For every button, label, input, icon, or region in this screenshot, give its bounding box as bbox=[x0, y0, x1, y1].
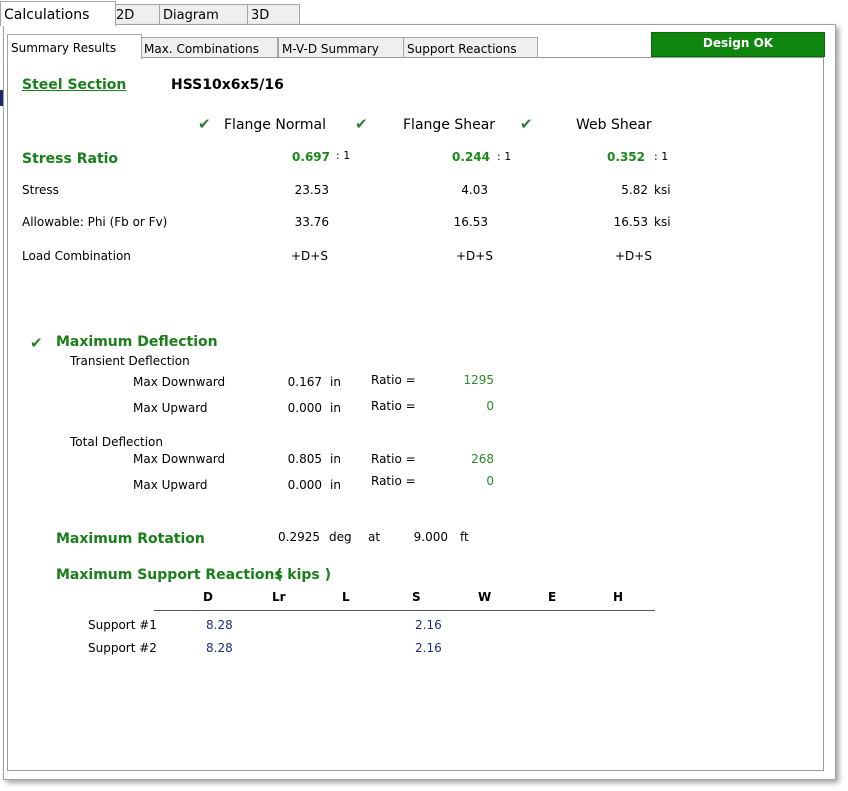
tab-support-reactions[interactable]: Support Reactions bbox=[403, 37, 538, 58]
reactions-header-rule bbox=[154, 610, 655, 611]
max-deflection-title: Maximum Deflection bbox=[56, 334, 218, 350]
check-web-shear: Web Shear bbox=[576, 117, 652, 133]
defl-ratio-label: Ratio = bbox=[371, 474, 416, 488]
transient-deflection-label: Transient Deflection bbox=[70, 354, 190, 368]
load-combination-value: +D+S bbox=[456, 249, 493, 263]
tab-mvd-summary[interactable]: M-V-D Summary bbox=[278, 37, 404, 58]
reactions-units: ( kips ) bbox=[276, 567, 332, 583]
support-row-label: Support #2 bbox=[88, 641, 157, 655]
defl-unit: in bbox=[330, 478, 341, 492]
stress-label: Stress bbox=[22, 183, 59, 197]
stress-ratio-value: 0.244 bbox=[452, 150, 490, 164]
tab-summary-results[interactable]: Summary Results bbox=[7, 34, 142, 59]
stress-unit: ksi bbox=[654, 183, 671, 197]
design-status-badge: Design OK bbox=[651, 32, 825, 57]
tab-diagram[interactable]: Diagram bbox=[159, 4, 250, 25]
reaction-value: 2.16 bbox=[415, 618, 442, 632]
stress-ratio-label: Stress Ratio bbox=[22, 151, 119, 167]
reaction-value: 8.28 bbox=[206, 641, 233, 655]
check-icon: ✔ bbox=[198, 115, 211, 133]
tab-calculations[interactable]: Calculations bbox=[0, 1, 116, 26]
defl-ratio-label: Ratio = bbox=[371, 452, 416, 466]
max-support-reactions-title: Maximum Support Reactions bbox=[56, 567, 283, 583]
steel-section-label: Steel Section bbox=[22, 77, 127, 93]
check-icon: ✔ bbox=[355, 115, 368, 133]
stress-value: 23.53 bbox=[294, 183, 329, 197]
defl-value: 0.000 bbox=[287, 478, 322, 492]
reaction-col-header: D bbox=[203, 590, 213, 604]
tab-3d[interactable]: 3D bbox=[247, 4, 300, 25]
stress-ratio-value: 0.352 bbox=[607, 150, 645, 164]
check-flange-normal: Flange Normal bbox=[224, 117, 326, 133]
defl-unit: in bbox=[330, 375, 341, 389]
rotation-value: 0.2925 bbox=[278, 530, 320, 544]
steel-section-value: HSS10x6x5/16 bbox=[171, 77, 284, 93]
load-combination-value: +D+S bbox=[615, 249, 652, 263]
rotation-location-unit: ft bbox=[460, 530, 469, 544]
defl-value: 0.000 bbox=[287, 401, 322, 415]
stress-ratio-suffix: : 1 bbox=[654, 150, 669, 163]
allowable-label: Allowable: Phi (Fb or Fv) bbox=[22, 215, 168, 229]
rotation-location: 9.000 bbox=[413, 530, 448, 544]
max-rotation-title: Maximum Rotation bbox=[56, 531, 205, 547]
stress-value: 4.03 bbox=[461, 183, 488, 197]
defl-value: 0.167 bbox=[287, 375, 322, 389]
allowable-value: 16.53 bbox=[453, 215, 488, 229]
allowable-unit: ksi bbox=[654, 215, 671, 229]
load-combination-label: Load Combination bbox=[22, 249, 131, 263]
reaction-col-header: H bbox=[613, 590, 624, 604]
defl-ratio-label: Ratio = bbox=[371, 373, 416, 387]
defl-row-label: Max Downward bbox=[133, 452, 226, 466]
stress-ratio-value: 0.697 bbox=[292, 150, 330, 164]
defl-ratio-value: 1295 bbox=[463, 373, 494, 387]
total-deflection-label: Total Deflection bbox=[70, 435, 163, 449]
tab-2d[interactable]: 2D bbox=[112, 4, 163, 25]
defl-value: 0.805 bbox=[287, 452, 322, 466]
check-icon: ✔ bbox=[30, 334, 43, 352]
rotation-at: at bbox=[368, 530, 381, 544]
stress-value: 5.82 bbox=[621, 183, 648, 197]
check-flange-shear: Flange Shear bbox=[403, 117, 496, 133]
load-combination-value: +D+S bbox=[291, 249, 328, 263]
tab-max-combinations[interactable]: Max. Combinations bbox=[140, 37, 278, 58]
reaction-value: 2.16 bbox=[415, 641, 442, 655]
defl-ratio-label: Ratio = bbox=[371, 399, 416, 413]
defl-row-label: Max Upward bbox=[133, 401, 208, 415]
summary-results-panel bbox=[7, 57, 824, 771]
stress-ratio-suffix: : 1 bbox=[336, 149, 351, 162]
allowable-value: 16.53 bbox=[613, 215, 648, 229]
defl-ratio-value: 0 bbox=[486, 399, 494, 413]
allowable-value: 33.76 bbox=[294, 215, 329, 229]
reaction-col-header: L bbox=[342, 590, 350, 604]
check-icon: ✔ bbox=[520, 115, 533, 133]
reaction-col-header: Lr bbox=[272, 590, 286, 604]
reaction-col-header: W bbox=[478, 590, 492, 604]
reaction-value: 8.28 bbox=[206, 618, 233, 632]
defl-ratio-value: 268 bbox=[471, 452, 494, 466]
stress-ratio-suffix: : 1 bbox=[497, 150, 512, 163]
defl-ratio-value: 0 bbox=[486, 474, 494, 488]
rotation-unit: deg bbox=[329, 530, 352, 544]
defl-unit: in bbox=[330, 401, 341, 415]
reaction-col-header: E bbox=[548, 590, 557, 604]
defl-row-label: Max Downward bbox=[133, 375, 226, 389]
defl-unit: in bbox=[330, 452, 341, 466]
support-row-label: Support #1 bbox=[88, 618, 157, 632]
reaction-col-header: S bbox=[412, 590, 421, 604]
defl-row-label: Max Upward bbox=[133, 478, 208, 492]
